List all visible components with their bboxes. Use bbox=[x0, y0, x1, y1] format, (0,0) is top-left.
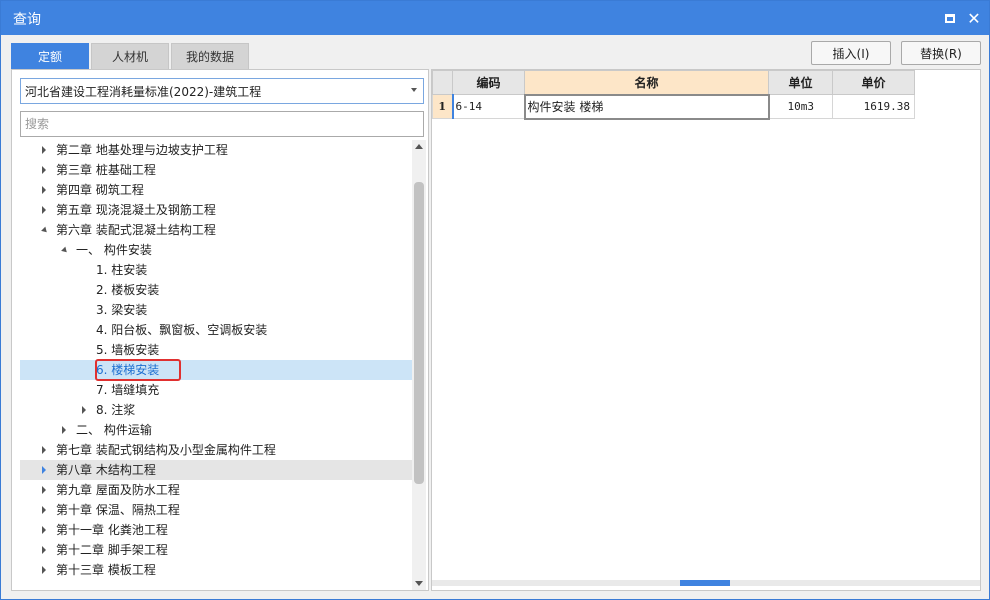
window-title: 查询 bbox=[13, 12, 41, 28]
tree-item-label: 7. 墙缝填充 bbox=[96, 383, 160, 397]
tree-item-label: 3. 梁安装 bbox=[96, 303, 148, 317]
tree-item-label: 1. 柱安装 bbox=[96, 263, 148, 277]
chevron-down-icon bbox=[411, 88, 417, 92]
tab-my-data[interactable]: 我的数据 bbox=[171, 43, 249, 69]
tree-item-label: 第八章 木结构工程 bbox=[56, 463, 156, 477]
header-name[interactable]: 名称 bbox=[524, 70, 769, 95]
scroll-up-icon[interactable] bbox=[415, 144, 423, 149]
tree-item[interactable]: 第十三章 模板工程 bbox=[20, 560, 412, 580]
tree-item-label: 第九章 屋面及防水工程 bbox=[56, 483, 180, 497]
collapsed-arrow-icon[interactable] bbox=[42, 486, 46, 494]
tree-item-label: 第十章 保温、隔热工程 bbox=[56, 503, 180, 517]
collapsed-arrow-icon[interactable] bbox=[42, 186, 46, 194]
tab-bar: 定额 人材机 我的数据 bbox=[11, 43, 251, 69]
replace-button[interactable]: 替换(R) bbox=[901, 41, 981, 65]
tree-item[interactable]: 第五章 现浇混凝土及钢筋工程 bbox=[20, 200, 412, 220]
header-rownum bbox=[432, 70, 453, 95]
tree-item-label: 第十一章 化粪池工程 bbox=[56, 523, 168, 537]
tree-item[interactable]: 第四章 砌筑工程 bbox=[20, 180, 412, 200]
cell-code[interactable]: 6-14 bbox=[451, 94, 525, 119]
tree-item[interactable]: 3. 梁安装 bbox=[20, 300, 412, 320]
scrollbar-thumb[interactable] bbox=[414, 182, 424, 484]
grid-splitter[interactable] bbox=[432, 576, 980, 586]
search-input[interactable] bbox=[20, 111, 424, 137]
tree-item[interactable]: 二、 构件运输 bbox=[20, 420, 412, 440]
header-code[interactable]: 编码 bbox=[452, 70, 525, 95]
tree-scrollbar[interactable] bbox=[412, 140, 426, 590]
tree-item[interactable]: 1. 柱安装 bbox=[20, 260, 412, 280]
expanded-arrow-icon[interactable] bbox=[41, 226, 49, 235]
collapsed-arrow-icon[interactable] bbox=[42, 206, 46, 214]
collapsed-arrow-icon[interactable] bbox=[42, 526, 46, 534]
collapsed-arrow-icon[interactable] bbox=[82, 406, 86, 414]
expanded-arrow-icon[interactable] bbox=[61, 246, 69, 255]
header-price[interactable]: 单价 bbox=[832, 70, 915, 95]
tree-item[interactable]: 第十二章 脚手架工程 bbox=[20, 540, 412, 560]
tab-labor-material-machine[interactable]: 人材机 bbox=[91, 43, 169, 69]
cell-name[interactable]: 构件安装 楼梯 bbox=[523, 93, 770, 120]
maximize-button[interactable] bbox=[941, 9, 959, 27]
tree-item[interactable]: 6. 楼梯安装 bbox=[20, 359, 412, 381]
tree-item[interactable]: 第六章 装配式混凝土结构工程 bbox=[20, 220, 412, 240]
tree-item[interactable]: 第三章 桩基础工程 bbox=[20, 160, 412, 180]
collapsed-arrow-icon[interactable] bbox=[42, 146, 46, 154]
tree-item[interactable]: 4. 阳台板、飘窗板、空调板安装 bbox=[20, 320, 412, 340]
tree-item-label: 第七章 装配式钢结构及小型金属构件工程 bbox=[56, 443, 276, 457]
tree-item[interactable]: 第九章 屋面及防水工程 bbox=[20, 480, 412, 500]
collapsed-arrow-icon[interactable] bbox=[42, 166, 46, 174]
title-bar[interactable]: 查询 ✕ bbox=[1, 1, 989, 35]
library-select-value: 河北省建设工程消耗量标准(2022)-建筑工程 bbox=[25, 84, 262, 99]
collapsed-arrow-icon[interactable] bbox=[42, 506, 46, 514]
collapsed-arrow-icon[interactable] bbox=[62, 426, 66, 434]
tree-item-label: 第二章 地基处理与边坡支护工程 bbox=[56, 143, 228, 157]
tree-item-label: 第三章 桩基础工程 bbox=[56, 163, 156, 177]
tree-item[interactable]: 第七章 装配式钢结构及小型金属构件工程 bbox=[20, 440, 412, 460]
collapsed-arrow-icon[interactable] bbox=[42, 546, 46, 554]
collapsed-arrow-icon[interactable] bbox=[42, 446, 46, 454]
tab-quota[interactable]: 定额 bbox=[11, 43, 89, 69]
table-row[interactable]: 1 6-14 构件安装 楼梯 10m3 1619.38 bbox=[432, 93, 915, 120]
row-number: 1 bbox=[432, 94, 453, 119]
tree-item[interactable]: 5. 墙板安装 bbox=[20, 340, 412, 360]
splitter-handle[interactable] bbox=[680, 580, 730, 586]
tree-item-label: 2. 楼板安装 bbox=[96, 283, 160, 297]
tree-item[interactable]: 一、 构件安装 bbox=[20, 240, 412, 260]
collapsed-arrow-icon[interactable] bbox=[42, 566, 46, 574]
tree-item[interactable]: 第二章 地基处理与边坡支护工程 bbox=[20, 140, 412, 160]
tree-item[interactable]: 第十一章 化粪池工程 bbox=[20, 520, 412, 540]
tree-item-label: 8. 注浆 bbox=[96, 403, 136, 417]
table-header-row: 编码 名称 单位 单价 bbox=[432, 70, 915, 95]
tree-item-label: 一、 构件安装 bbox=[76, 243, 152, 257]
collapsed-arrow-icon[interactable] bbox=[42, 466, 46, 474]
tree-item-label: 5. 墙板安装 bbox=[96, 343, 160, 357]
tree-item-label: 第六章 装配式混凝土结构工程 bbox=[56, 223, 216, 237]
tree-item-label: 二、 构件运输 bbox=[76, 423, 152, 437]
tree-item[interactable]: 第八章 木结构工程 bbox=[20, 460, 412, 480]
library-select[interactable]: 河北省建设工程消耗量标准(2022)-建筑工程 bbox=[20, 78, 424, 104]
cell-price[interactable]: 1619.38 bbox=[832, 94, 915, 119]
tree-item-label: 第十三章 模板工程 bbox=[56, 563, 156, 577]
tree-item-label: 第十二章 脚手架工程 bbox=[56, 543, 168, 557]
tree-item[interactable]: 2. 楼板安装 bbox=[20, 280, 412, 300]
chapter-tree: 第二章 地基处理与边坡支护工程 第三章 桩基础工程 第四章 砌筑工程第五章 现浇混凝… bbox=[20, 140, 412, 590]
highlight-box bbox=[95, 359, 181, 381]
insert-button[interactable]: 插入(I) bbox=[811, 41, 891, 65]
query-window: 查询 ✕ 定额 人材机 我的数据 插入(I) 替换(R) 河北省建设工程消耗量标… bbox=[0, 0, 990, 600]
tree-item[interactable]: 第十章 保温、隔热工程 bbox=[20, 500, 412, 520]
tree-item-label: 第五章 现浇混凝土及钢筋工程 bbox=[56, 203, 216, 217]
scroll-down-icon[interactable] bbox=[415, 581, 423, 586]
tree-item[interactable]: 7. 墙缝填充 bbox=[20, 380, 412, 400]
tree-item-label: 第四章 砌筑工程 bbox=[56, 183, 144, 197]
tree-item[interactable]: 8. 注浆 bbox=[20, 400, 412, 420]
result-grid-panel: 编码 名称 单位 单价 1 6-14 构件安装 楼梯 10m3 1619.38 bbox=[431, 69, 981, 591]
cell-unit[interactable]: 10m3 bbox=[768, 94, 833, 119]
chevron-up-icon bbox=[702, 576, 708, 580]
tree-item-label: 4. 阳台板、飘窗板、空调板安装 bbox=[96, 323, 268, 337]
close-button[interactable]: ✕ bbox=[965, 8, 983, 28]
result-table: 编码 名称 单位 单价 1 6-14 构件安装 楼梯 10m3 1619.38 bbox=[432, 70, 915, 120]
maximize-icon bbox=[945, 13, 955, 23]
close-icon: ✕ bbox=[967, 8, 981, 28]
header-unit[interactable]: 单位 bbox=[768, 70, 833, 95]
quota-tree-panel: 河北省建设工程消耗量标准(2022)-建筑工程 第二章 地基处理与边坡支护工程第… bbox=[11, 69, 429, 591]
